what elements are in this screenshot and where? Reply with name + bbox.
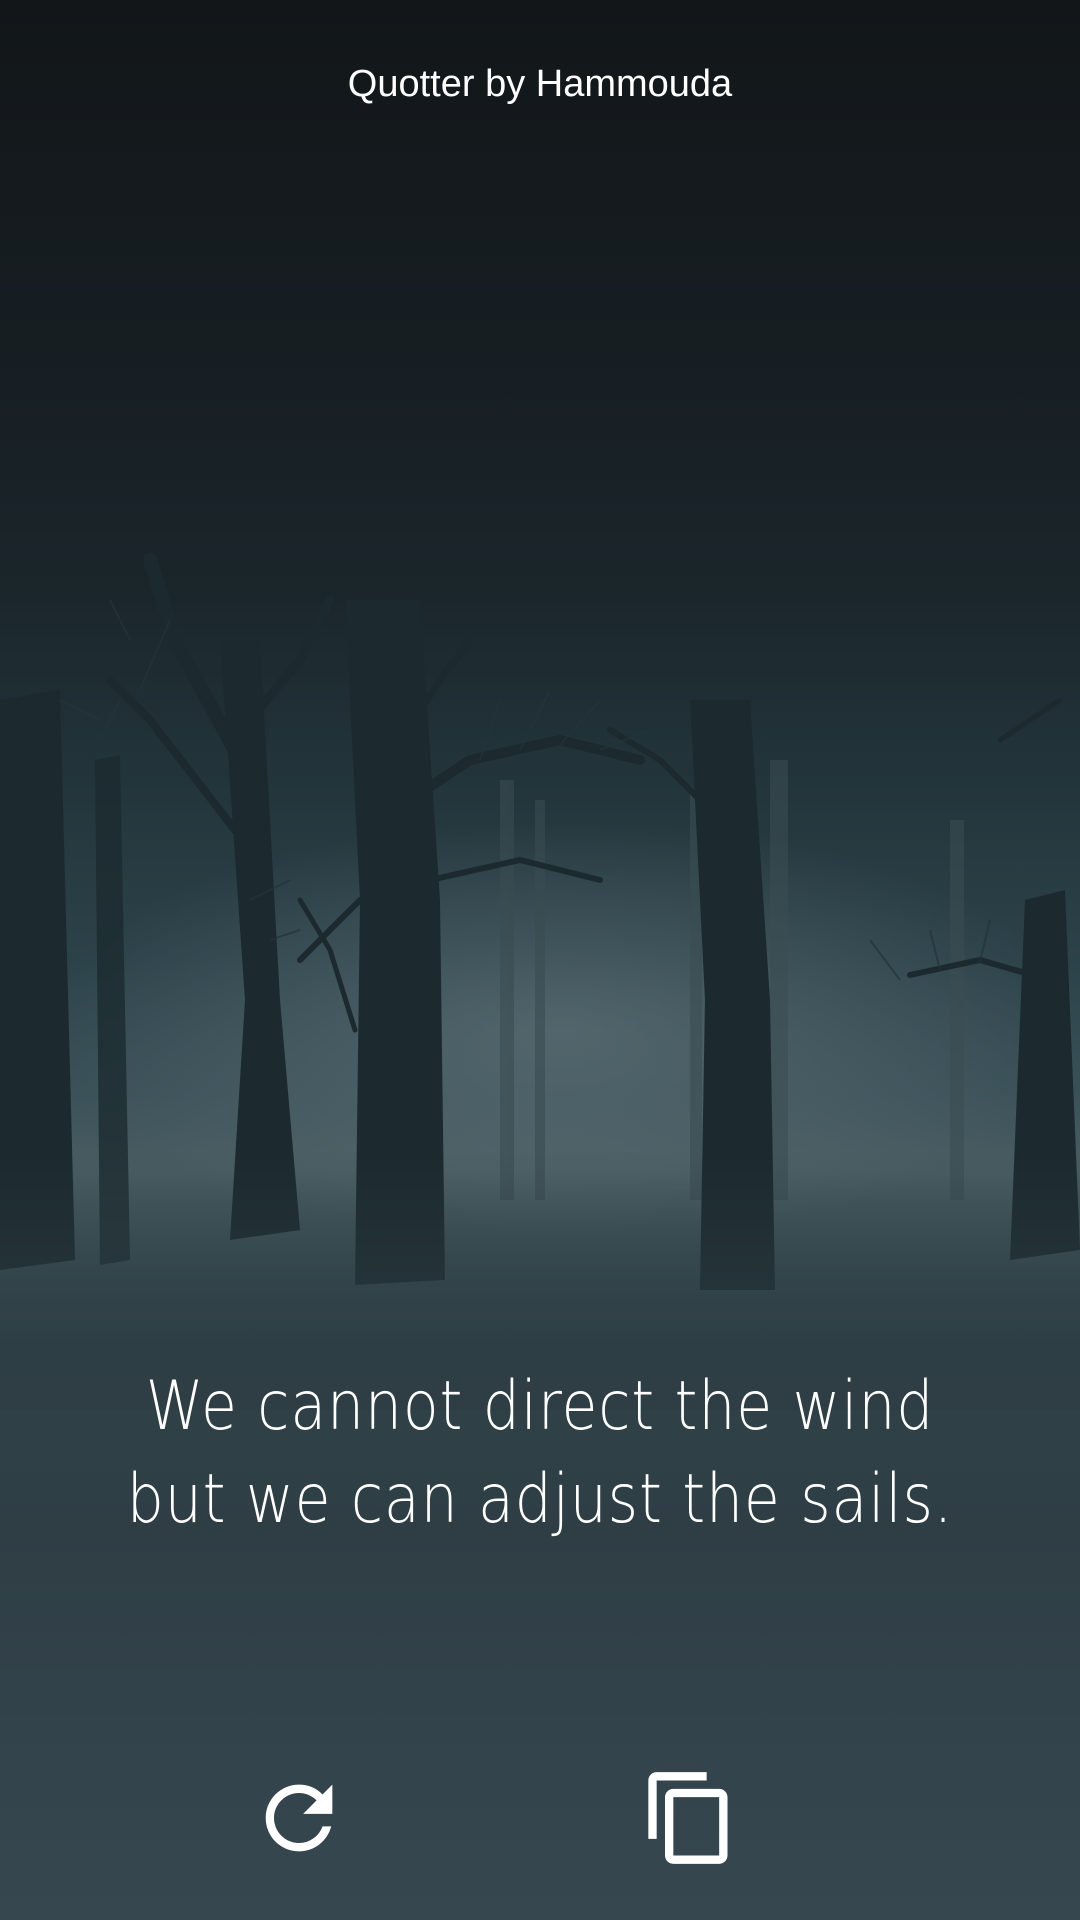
- refresh-quote-button[interactable]: [244, 1765, 354, 1875]
- quote-text: We cannot direct the wind but we can adj…: [126, 1367, 954, 1539]
- refresh-icon: [249, 1768, 349, 1873]
- quote-screen: Quotter by Hammouda We cannot direct the…: [0, 0, 1080, 1920]
- background-forest-image: [0, 553, 1080, 1410]
- content-copy-icon: [640, 1768, 740, 1873]
- copy-quote-button[interactable]: [635, 1765, 745, 1875]
- app-title: Quotter by Hammouda: [347, 63, 733, 105]
